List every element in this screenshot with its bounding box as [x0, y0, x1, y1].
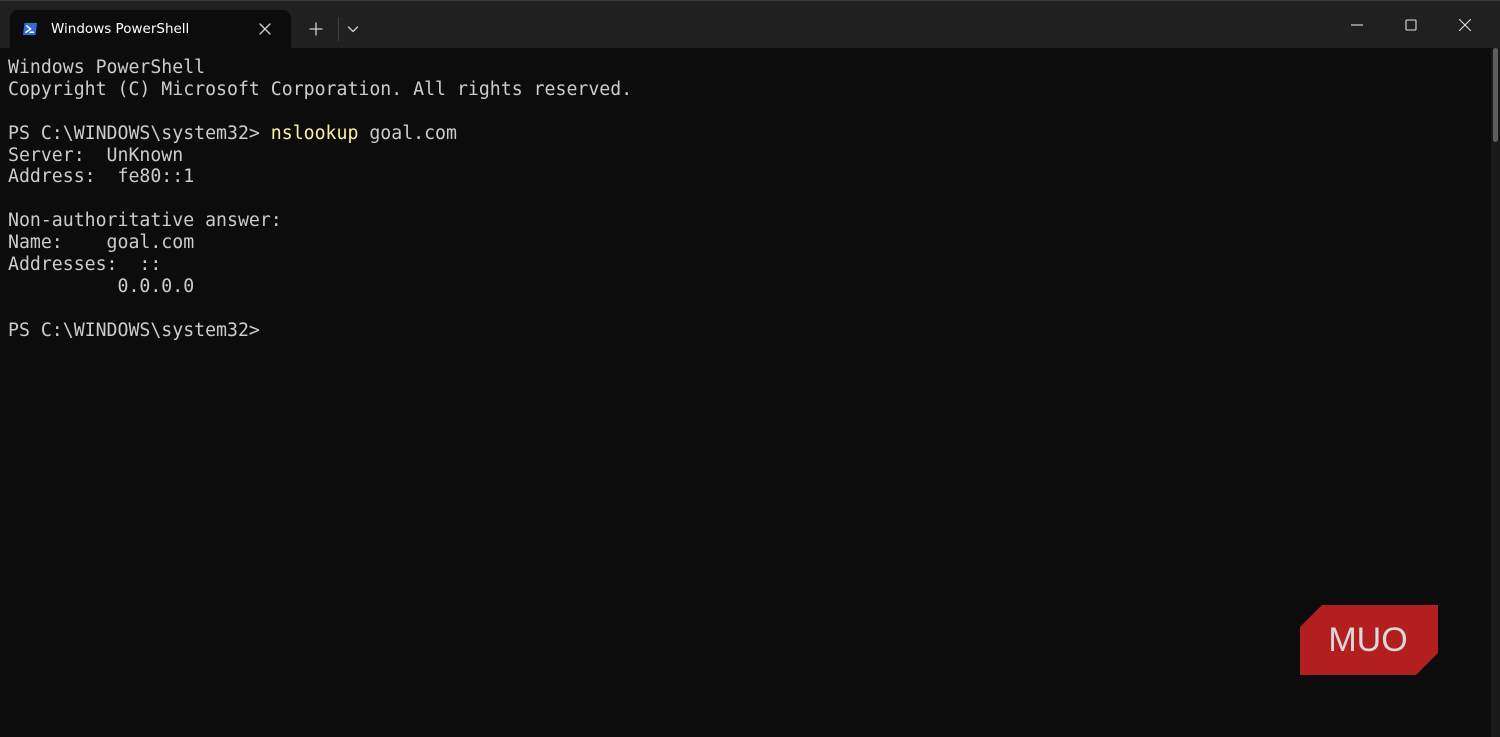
prompt-line: PS C:\WINDOWS\system32> nslookup goal.co… — [8, 123, 632, 145]
output-line: Server: UnKnown — [8, 144, 184, 166]
output-line: 0.0.0.0 — [8, 275, 195, 297]
tab-title: Windows PowerShell — [51, 21, 190, 37]
minimize-icon — [1351, 24, 1363, 26]
tab-windows-powershell[interactable]: Windows PowerShell — [10, 10, 291, 48]
output-line: Windows PowerShell — [8, 57, 206, 78]
maximize-icon — [1405, 19, 1417, 31]
close-window-button[interactable] — [1450, 11, 1480, 39]
output-line: Addresses: :: — [8, 254, 162, 276]
muo-watermark-logo: MUO — [1300, 605, 1438, 675]
close-tab-icon[interactable] — [258, 22, 272, 36]
tab-dropdown-chevron-down-icon[interactable] — [344, 21, 362, 37]
scrollbar[interactable] — [1491, 48, 1500, 737]
prompt-text: PS C:\WINDOWS\system32> — [8, 319, 260, 341]
prompt-line: PS C:\WINDOWS\system32> — [8, 320, 632, 342]
terminal-window: Windows PowerShell Windows PowerShell Co… — [0, 0, 1500, 737]
terminal-output[interactable]: Windows PowerShell Copyright (C) Microsof… — [0, 48, 1491, 737]
powershell-icon — [22, 21, 38, 37]
new-tab-plus-icon[interactable] — [306, 19, 326, 39]
output-line: Name: goal.com — [8, 232, 195, 254]
output-line: Address: fe80::1 — [8, 166, 195, 188]
maximize-button[interactable] — [1396, 11, 1426, 39]
terminal-lines: Windows PowerShell Copyright (C) Microsof… — [8, 57, 632, 342]
command-args: goal.com — [358, 122, 457, 144]
title-bar: Windows PowerShell — [0, 1, 1500, 48]
tab-separator — [338, 17, 339, 41]
scrollbar-thumb[interactable] — [1493, 48, 1498, 142]
prompt-text: PS C:\WINDOWS\system32> — [8, 122, 271, 144]
minimize-button[interactable] — [1342, 11, 1372, 39]
watermark-text: MUO — [1328, 621, 1407, 659]
output-line: Non-authoritative answer: — [8, 210, 282, 232]
close-icon — [1458, 18, 1472, 32]
output-line: Copyright (C) Microsoft Corporation. All… — [8, 78, 633, 100]
command-text: nslookup — [270, 122, 359, 144]
